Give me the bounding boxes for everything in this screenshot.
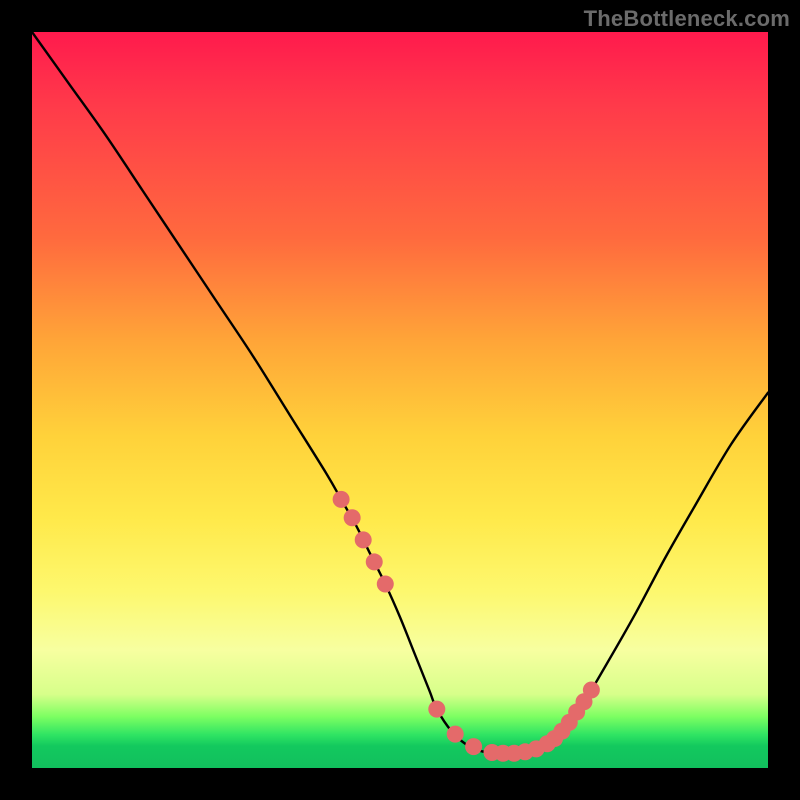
watermark-text: TheBottleneck.com [584, 6, 790, 32]
highlighted-points [333, 491, 600, 762]
marker-dot [333, 491, 350, 508]
marker-dot [377, 576, 394, 593]
marker-dot [344, 509, 361, 526]
chart-frame: TheBottleneck.com [0, 0, 800, 800]
marker-dot [355, 531, 372, 548]
curve-layer [32, 32, 768, 768]
bottleneck-curve [32, 32, 768, 754]
marker-dot [366, 553, 383, 570]
marker-dot [465, 738, 482, 755]
marker-dot [447, 726, 464, 743]
plot-area [32, 32, 768, 768]
marker-dot [428, 701, 445, 718]
marker-dot [583, 681, 600, 698]
